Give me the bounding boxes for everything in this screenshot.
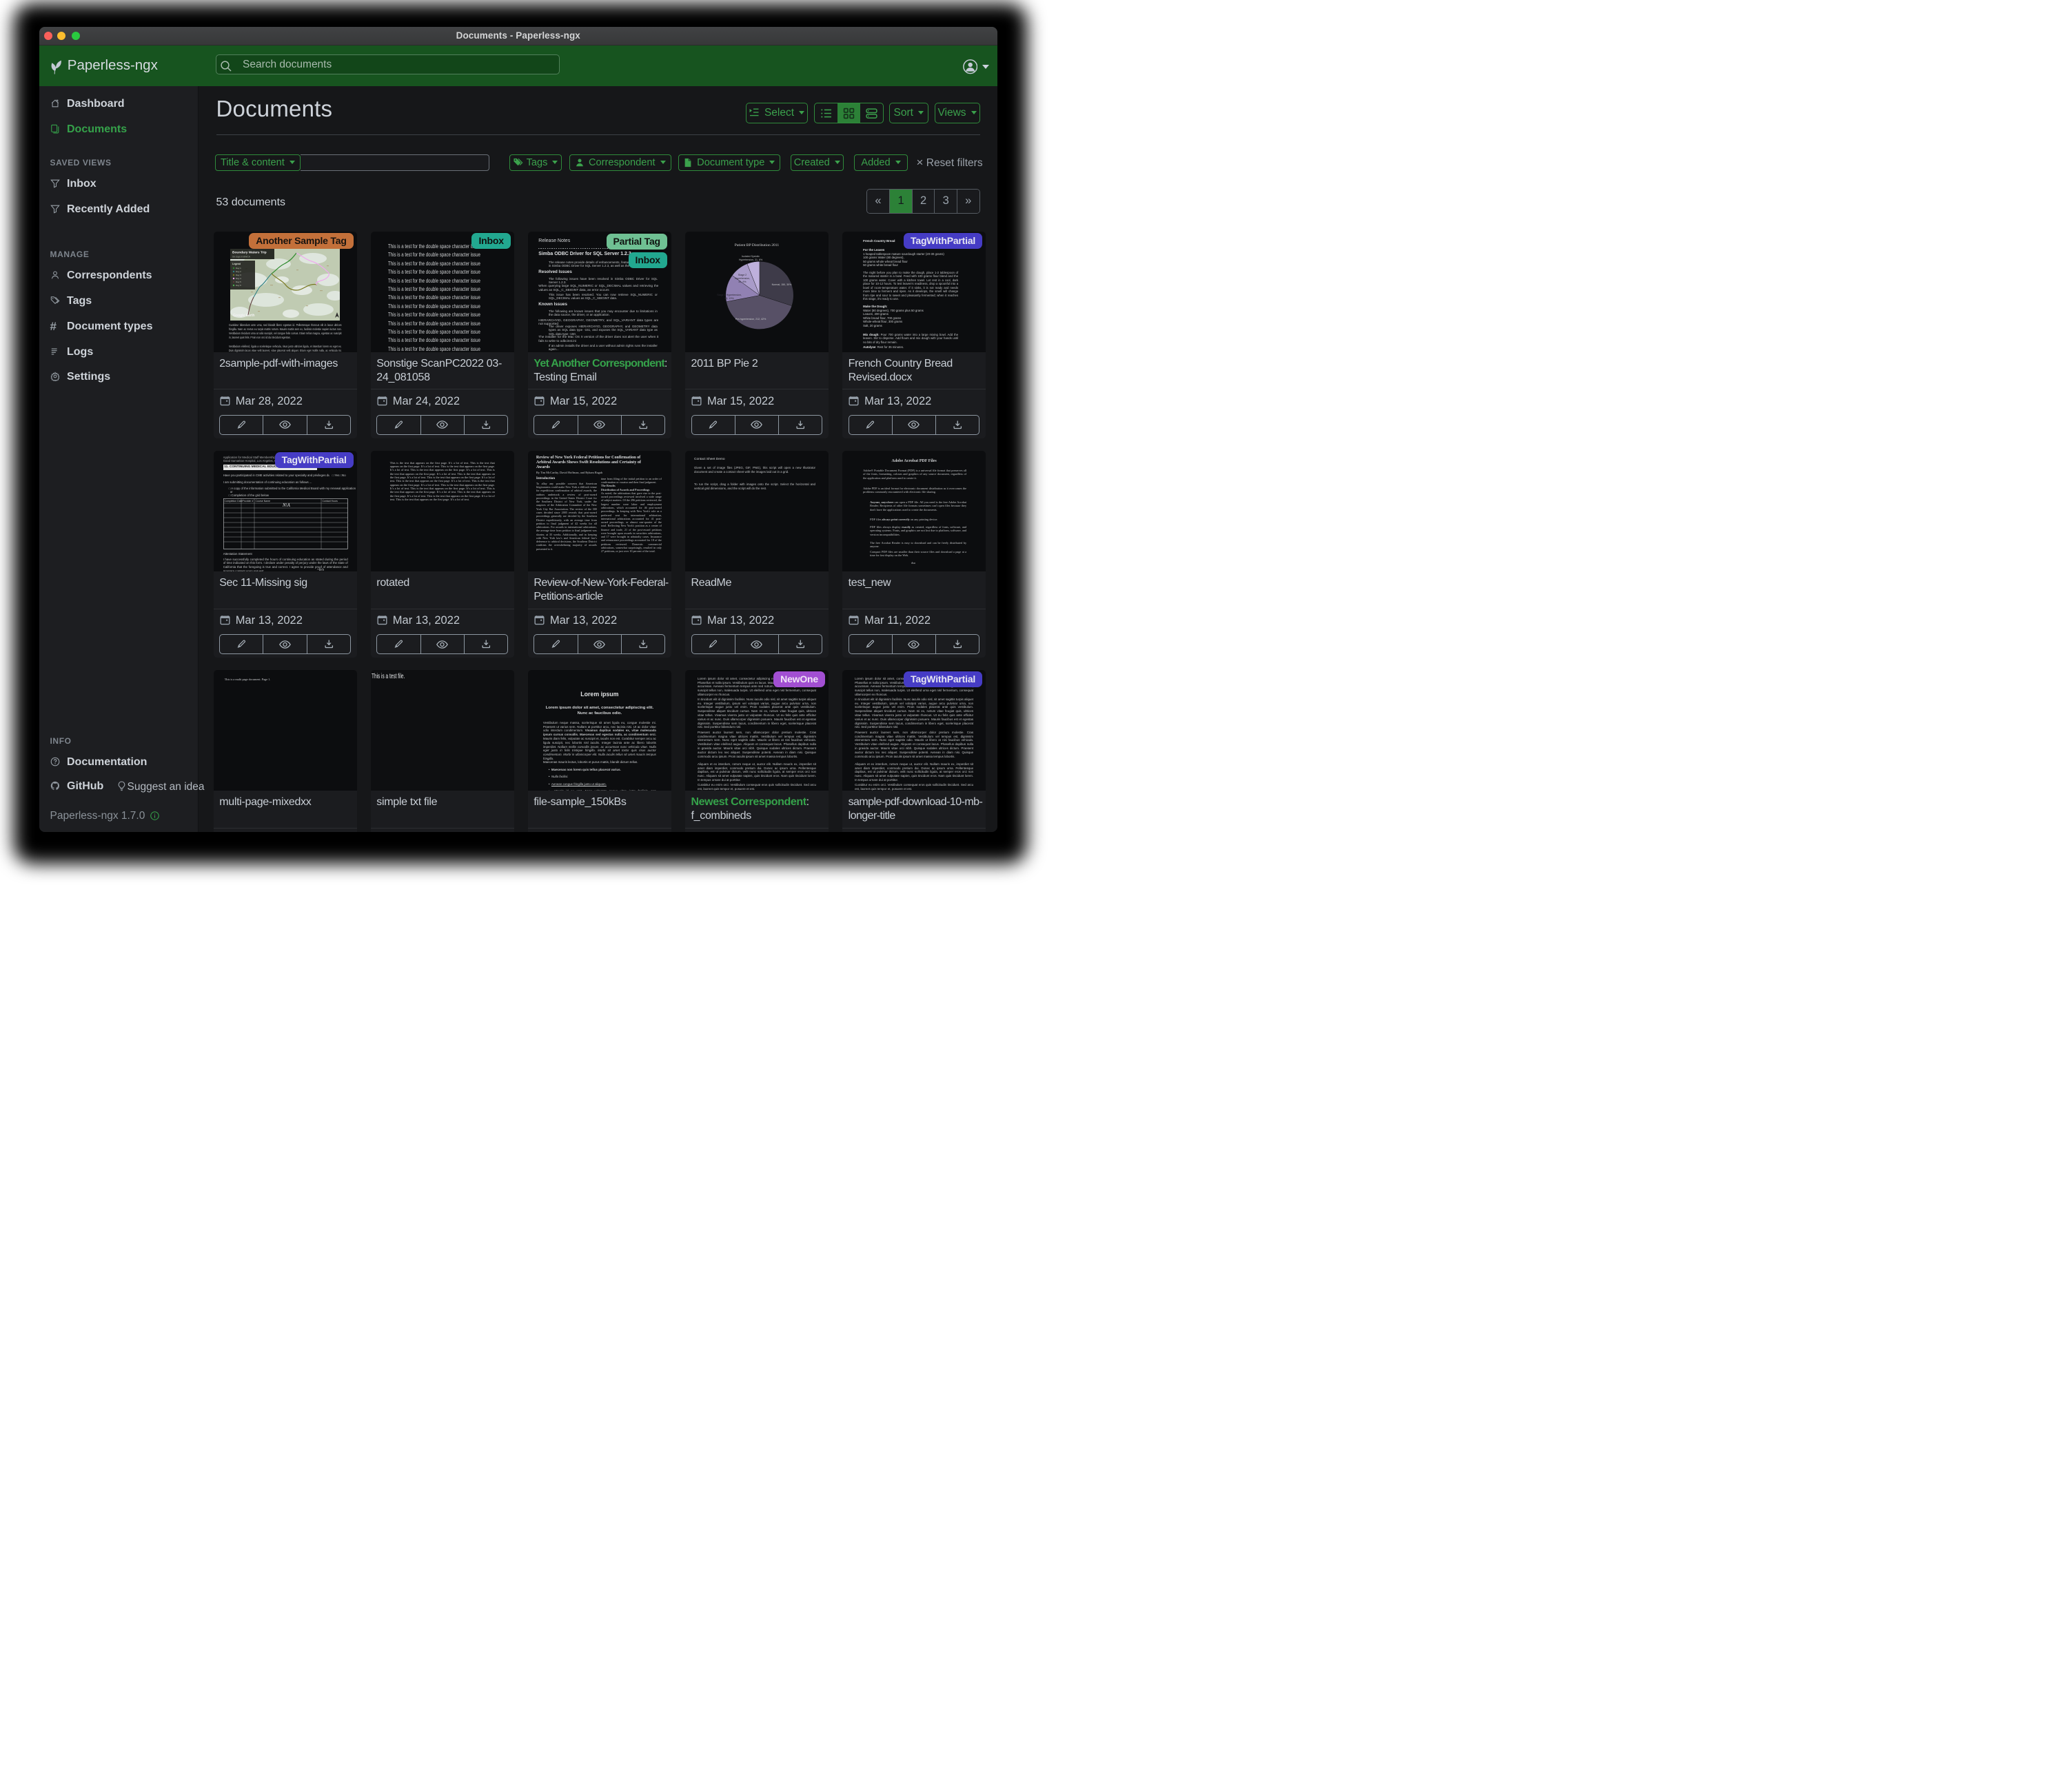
svg-text:Hypertension,: Hypertension, [735, 277, 750, 280]
svg-text:44, 9%: 44, 9% [738, 281, 746, 283]
svg-text:Normal, 150, 30%: Normal, 150, 30% [772, 283, 793, 286]
svg-text:Pre-hypertension, 212, 42%: Pre-hypertension, 212, 42% [735, 318, 766, 321]
svg-text:Course Name: Course Name [255, 500, 270, 503]
svg-text:Hypertension, 31, 6%: Hypertension, 31, 6% [739, 258, 763, 261]
svg-text:Six days in BWCA: Six days in BWCA [232, 256, 251, 258]
svg-text:Day 4: Day 4 [236, 277, 241, 280]
svg-text:Contact Hours: Contact Hours [322, 500, 338, 503]
svg-text:Boundary Waters Trip: Boundary Waters Trip [232, 251, 267, 255]
svg-text:Google Earth: Google Earth [233, 314, 254, 318]
svg-text:Isolated Systolic: Isolated Systolic [742, 255, 760, 258]
svg-text:65, 13%: 65, 13% [724, 297, 734, 300]
svg-text:Legend: Legend [232, 263, 241, 265]
svg-text:Patient BP Distribution 2011: Patient BP Distribution 2011 [735, 243, 780, 247]
svg-text:Day 6: Day 6 [236, 284, 241, 287]
svg-text:Stage 2: Stage 2 [738, 274, 746, 276]
svg-text:Stage 1 Hypertension,: Stage 1 Hypertension, [717, 294, 742, 296]
svg-text:Provider #: Provider # [242, 500, 253, 503]
svg-text:Completion Date: Completion Date [224, 500, 242, 503]
svg-text:Day 1: Day 1 [236, 267, 241, 270]
svg-text:Day 2: Day 2 [236, 270, 241, 273]
svg-text:N\A: N\A [282, 503, 291, 508]
svg-text:Day 5: Day 5 [236, 281, 241, 283]
svg-text:Day 3: Day 3 [236, 274, 241, 276]
